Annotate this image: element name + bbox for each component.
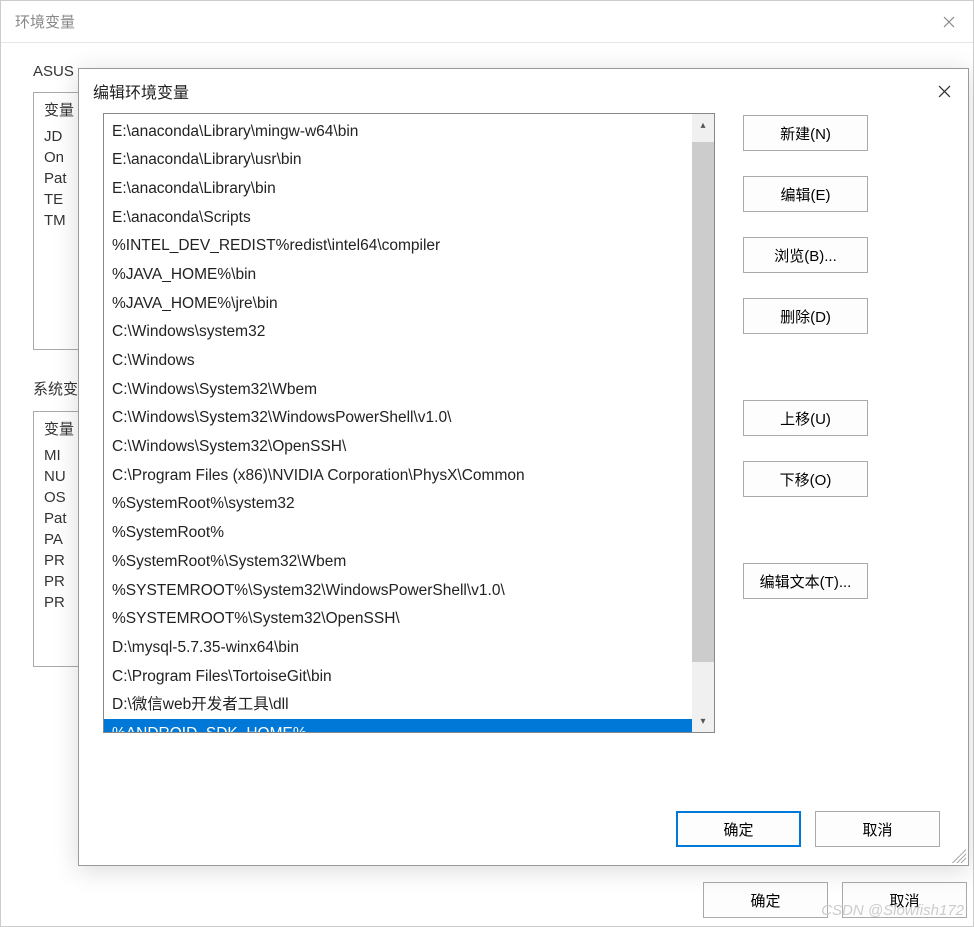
path-item[interactable]: %INTEL_DEV_REDIST%redist\intel64\compile…	[104, 232, 692, 261]
modal-title: 编辑环境变量	[93, 79, 189, 103]
path-item[interactable]: E:\anaconda\Scripts	[104, 203, 692, 232]
resize-grip-icon[interactable]	[952, 849, 966, 863]
path-item[interactable]: %SystemRoot%\system32	[104, 490, 692, 519]
scroll-thumb[interactable]	[692, 142, 714, 662]
path-item[interactable]: E:\anaconda\Library\bin	[104, 174, 692, 203]
close-icon[interactable]	[925, 1, 973, 43]
path-item[interactable]: %SYSTEMROOT%\System32\WindowsPowerShell\…	[104, 576, 692, 605]
path-item[interactable]: C:\Windows\System32\Wbem	[104, 375, 692, 404]
path-item[interactable]: C:\Program Files\TortoiseGit\bin	[104, 662, 692, 691]
path-item[interactable]: D:\mysql-5.7.35-winx64\bin	[104, 633, 692, 662]
path-item[interactable]: D:\微信web开发者工具\dll	[104, 691, 692, 720]
path-item[interactable]: C:\Windows\System32\OpenSSH\	[104, 433, 692, 462]
path-item[interactable]: C:\Windows	[104, 347, 692, 376]
browse-button[interactable]: 浏览(B)...	[743, 237, 868, 273]
delete-button[interactable]: 删除(D)	[743, 298, 868, 334]
path-item[interactable]: %SystemRoot%	[104, 519, 692, 548]
scroll-down-icon[interactable]: ▾	[692, 710, 714, 732]
edit-button[interactable]: 编辑(E)	[743, 176, 868, 212]
modal-button-column: 新建(N) 编辑(E) 浏览(B)... 删除(D) 上移(U) 下移(O) 编…	[743, 113, 868, 733]
movedown-button[interactable]: 下移(O)	[743, 461, 868, 497]
edittext-button[interactable]: 编辑文本(T)...	[743, 563, 868, 599]
bg-window-title: 环境变量	[15, 11, 75, 32]
new-button[interactable]: 新建(N)	[743, 115, 868, 151]
path-item[interactable]: %JAVA_HOME%\jre\bin	[104, 289, 692, 318]
path-item[interactable]: C:\Windows\System32\WindowsPowerShell\v1…	[104, 404, 692, 433]
path-item[interactable]: %SystemRoot%\System32\Wbem	[104, 547, 692, 576]
path-item[interactable]: %ANDROID_SDK_HOME%	[104, 719, 692, 732]
path-item[interactable]: E:\anaconda\Library\usr\bin	[104, 146, 692, 175]
bg-titlebar: 环境变量	[1, 1, 973, 43]
modal-body: E:\anaconda\Library\mingw-w64\binE:\anac…	[79, 113, 968, 733]
path-item[interactable]: C:\Program Files (x86)\NVIDIA Corporatio…	[104, 461, 692, 490]
close-icon[interactable]	[920, 71, 968, 111]
path-item[interactable]: E:\anaconda\Library\mingw-w64\bin	[104, 117, 692, 146]
scroll-up-icon[interactable]: ▴	[692, 114, 714, 136]
ok-button[interactable]: 确定	[676, 811, 801, 847]
path-item[interactable]: C:\Windows\system32	[104, 318, 692, 347]
path-item[interactable]: %SYSTEMROOT%\System32\OpenSSH\	[104, 605, 692, 634]
cancel-button[interactable]: 取消	[815, 811, 940, 847]
path-list[interactable]: E:\anaconda\Library\mingw-w64\binE:\anac…	[103, 113, 715, 733]
path-item[interactable]: %JAVA_HOME%\bin	[104, 260, 692, 289]
modal-titlebar: 编辑环境变量	[79, 69, 968, 113]
path-scrollbar[interactable]: ▴ ▾	[692, 114, 714, 732]
bg-ok-button[interactable]: 确定	[703, 882, 828, 918]
edit-env-var-dialog: 编辑环境变量 E:\anaconda\Library\mingw-w64\bin…	[78, 68, 969, 866]
bg-cancel-button[interactable]: 取消	[842, 882, 967, 918]
bg-footer-buttons: 确定 取消	[703, 882, 967, 918]
moveup-button[interactable]: 上移(U)	[743, 400, 868, 436]
modal-footer: 确定 取消	[676, 811, 940, 847]
